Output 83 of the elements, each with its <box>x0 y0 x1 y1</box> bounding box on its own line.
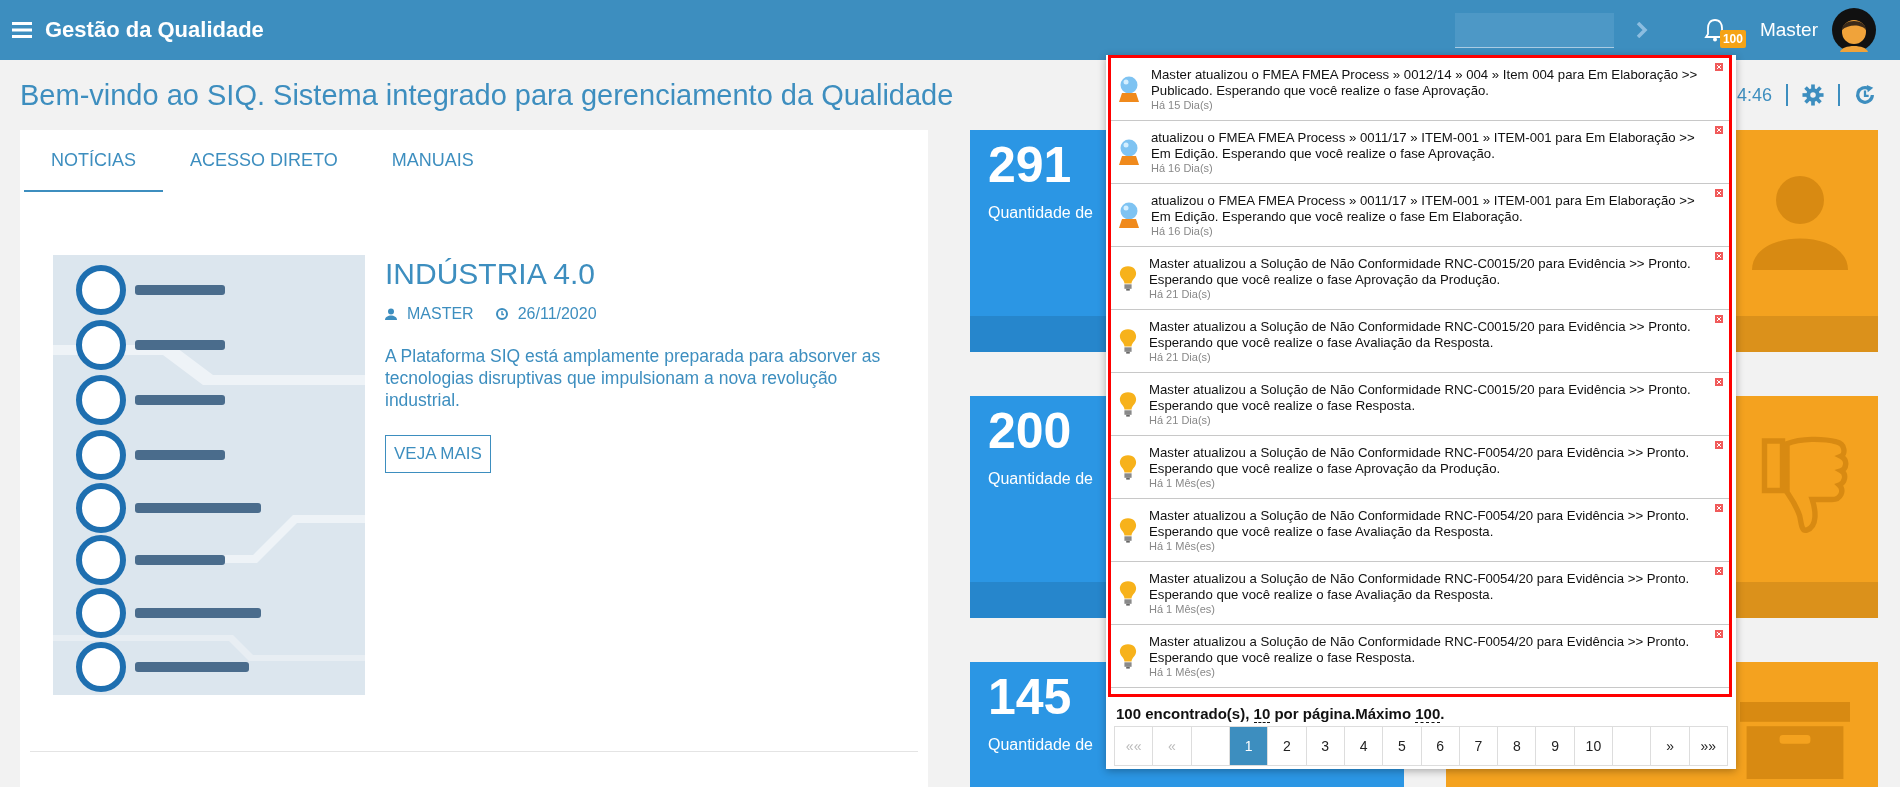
notification-time: Há 21 Dia(s) <box>1149 351 1212 363</box>
notification-item[interactable]: atualizou o FMEA FMEA Process » 0011/17 » ITEM-001 » ITEM-001 para Em Elaboração >> Em Edição. Esperando que você realize o fase Em Elaboração. Há 16 Dia(s) <box>1111 184 1729 247</box>
light-bulb-icon <box>1119 517 1137 543</box>
stat-value: 200 <box>988 402 1072 460</box>
session-time: 4:46 <box>1736 84 1772 106</box>
notification-text: Master atualizou a Solução de Não Conformidade RNC-C0015/20 para Evidência >> Pronto. Esperando que você realize o fase Resposta. <box>1149 382 1692 414</box>
close-icon[interactable] <box>1715 252 1723 260</box>
crystal-ball-icon <box>1119 202 1139 228</box>
close-icon[interactable] <box>1715 630 1723 638</box>
stat-label: Quantidade de <box>988 204 1093 222</box>
notification-time: Há 15 Dia(s) <box>1151 99 1214 111</box>
archive-box-icon <box>1740 702 1850 779</box>
article-author: MASTER <box>407 305 474 323</box>
notification-time: Há 1 Mês(es) <box>1149 666 1217 678</box>
notification-item[interactable]: Master atualizou a Solução de Não Conformidade RNC-F0054/20 para Evidência >> Pronto. Esperando que você realize o fase Resposta. Há 1 Mês(es) <box>1111 625 1729 688</box>
tab[interactable]: NOTÍCIAS <box>24 130 163 192</box>
article-text: A Plataforma SIQ está amplamente preparada para absorver as tecnologias disruptivas que impulsionam a nova revolução industrial. <box>385 345 882 411</box>
notification-badge: 100 <box>1719 30 1746 48</box>
max-results-link[interactable]: 100 <box>1415 705 1441 723</box>
close-icon[interactable] <box>1715 378 1723 386</box>
thumbs-down-icon <box>1760 436 1850 536</box>
notification-time: Há 16 Dia(s) <box>1151 225 1214 237</box>
user-icon <box>385 308 397 320</box>
close-icon[interactable] <box>1715 441 1723 449</box>
notification-time: Há 1 Mês(es) <box>1149 603 1217 615</box>
chevron-right-icon[interactable] <box>1635 22 1648 38</box>
notification-time: Há 1 Mês(es) <box>1149 540 1217 552</box>
stat-label: Quantidade de <box>988 470 1093 488</box>
history-icon[interactable] <box>1854 84 1876 106</box>
notification-time: Há 16 Dia(s) <box>1151 162 1214 174</box>
clock-icon <box>495 308 508 320</box>
avatar-icon[interactable] <box>1832 8 1876 52</box>
notification-text: Master atualizou a Solução de Não Conformidade RNC-C0015/20 para Evidência >> Pronto. Esperando que você realize o fase Avaliação da Resposta. <box>1149 319 1692 351</box>
close-icon[interactable] <box>1715 504 1723 512</box>
notification-item[interactable]: Master atualizou a Solução de Não Conformidade RNC-C0015/20 para Evidência >> Pronto. Esperando que você realize o fase Aprovação da Produção. Há 21 Dia(s) <box>1111 247 1729 310</box>
close-icon[interactable] <box>1715 315 1723 323</box>
crystal-ball-icon <box>1119 139 1139 165</box>
notification-time: Há 1 Mês(es) <box>1149 477 1217 489</box>
stat-label: Quantidade de <box>988 736 1093 754</box>
light-bulb-icon <box>1119 454 1137 480</box>
read-more-button[interactable]: VEJA MAIS <box>385 435 491 473</box>
notification-text: Master atualizou a Solução de Não Conformidade RNC-F0054/20 para Evidência >> Pronto. Esperando que você realize o fase Aprovação da Produção. <box>1149 445 1691 477</box>
notification-item[interactable]: Master atualizou a Solução de Não Conformidade RNC-C0015/20 para Evidência >> Pronto. Esperando que você realize o fase Avaliação da Resposta. Há 21 Dia(s) <box>1111 310 1729 373</box>
page-button[interactable]: 1 <box>1229 727 1269 765</box>
close-icon[interactable] <box>1715 567 1723 575</box>
article-date: 26/11/2020 <box>517 305 597 323</box>
notification-text: atualizou o FMEA FMEA Process » 0011/17 » ITEM-001 » ITEM-001 para Em Elaboração >> Em Edição. Esperando que você realize o fase Em Elaboração. <box>1151 193 1696 225</box>
light-bulb-icon <box>1119 265 1137 291</box>
welcome-heading: Bem-vindo ao SIQ. Sistema integrado para gerenciamento da Qualidade <box>20 78 954 112</box>
tab[interactable]: MANUAIS <box>364 130 501 192</box>
notification-item[interactable]: Master atualizou a Solução de Não Conformidade RNC-C0015/20 para Evidência >> Pronto. Esperando que você realize o fase Resposta. Há 21 Dia(s) <box>1111 373 1729 436</box>
light-bulb-icon <box>1119 391 1137 417</box>
close-icon[interactable] <box>1715 189 1723 197</box>
light-bulb-icon <box>1119 643 1137 669</box>
article-title: INDÚSTRIA 4.0 <box>385 257 597 291</box>
stat-value: 291 <box>988 136 1072 194</box>
light-bulb-icon <box>1119 580 1137 606</box>
notification-item[interactable]: Master atualizou a Solução de Não Conformidade RNC-F0054/20 para Evidência >> Pronto. Esperando que você realize o fase Aprovação da Produção. Há 1 Mês(es) <box>1111 436 1729 499</box>
notification-item[interactable]: Master atualizou a Solução de Não Conformidade RNC-F0054/20 para Evidência >> Pronto. Esperando que você realize o fase Avaliação da Resposta. Há 1 Mês(es) <box>1111 499 1729 562</box>
page-size-link[interactable]: 10 <box>1253 705 1271 723</box>
notification-item[interactable]: Master atualizou o FMEA FMEA Process » 0012/14 » 004 » Item 004 para Em Elaboração >> Publicado. Esperando que você realize o fase Aprovação. Há 15 Dia(s) <box>1111 58 1729 121</box>
close-icon[interactable] <box>1715 63 1723 71</box>
close-icon[interactable] <box>1715 126 1723 134</box>
notification-text: Master atualizou a Solução de Não Conformidade RNC-C0015/20 para Evidência >> Pronto. Esperando que você realize o fase Aprovação da Produção. <box>1149 256 1692 288</box>
settings-icon[interactable] <box>1802 84 1824 106</box>
app-title: Gestão da Qualidade <box>45 17 264 43</box>
notification-item[interactable]: Master atualizou a Solução de Não Conformidade RNC-F0054/20 para Evidência >> Pronto. Esperando que você realize o fase Avaliação da Resposta. Há 1 Mês(es) <box>1111 562 1729 625</box>
notification-time: Há 21 Dia(s) <box>1149 288 1212 300</box>
notification-text: Master atualizou o FMEA FMEA Process » 0012/14 » 004 » Item 004 para Em Elaboração >> Publicado. Esperando que você realize o fase Aprovação. <box>1151 67 1699 99</box>
crystal-ball-icon <box>1119 76 1139 102</box>
notification-text: Master atualizou a Solução de Não Conformidade RNC-F0054/20 para Evidência >> Pronto. Esperando que você realize o fase Resposta. <box>1149 634 1691 666</box>
light-bulb-icon <box>1119 328 1137 354</box>
notification-text: Master atualizou a Solução de Não Conformidade RNC-F0054/20 para Evidência >> Pronto. Esperando que você realize o fase Avaliação da Resposta. <box>1149 571 1691 603</box>
user-name[interactable]: Master <box>1759 19 1818 41</box>
stat-value: 145 <box>988 668 1072 726</box>
notification-text: atualizou o FMEA FMEA Process » 0011/17 » ITEM-001 » ITEM-001 para Em Elaboração >> Em Edição. Esperando que você realize o fase Aprovação. <box>1151 130 1696 162</box>
menu-icon[interactable] <box>12 22 32 38</box>
results-summary: 100 encontrado(s), 10 por página.Máximo 100. <box>1116 705 1446 722</box>
notification-time: Há 21 Dia(s) <box>1149 414 1212 426</box>
notification-text: Master atualizou a Solução de Não Conformidade RNC-F0054/20 para Evidência >> Pronto. Esperando que você realize o fase Avaliação da Resposta. <box>1149 508 1691 540</box>
notification-item[interactable]: atualizou o FMEA FMEA Process » 0011/17 » ITEM-001 » ITEM-001 para Em Elaboração >> Em Edição. Esperando que você realize o fase Aprovação. Há 16 Dia(s) <box>1111 121 1729 184</box>
tab[interactable]: ACESSO DIRETO <box>163 130 365 192</box>
search-field[interactable] <box>1454 12 1614 48</box>
